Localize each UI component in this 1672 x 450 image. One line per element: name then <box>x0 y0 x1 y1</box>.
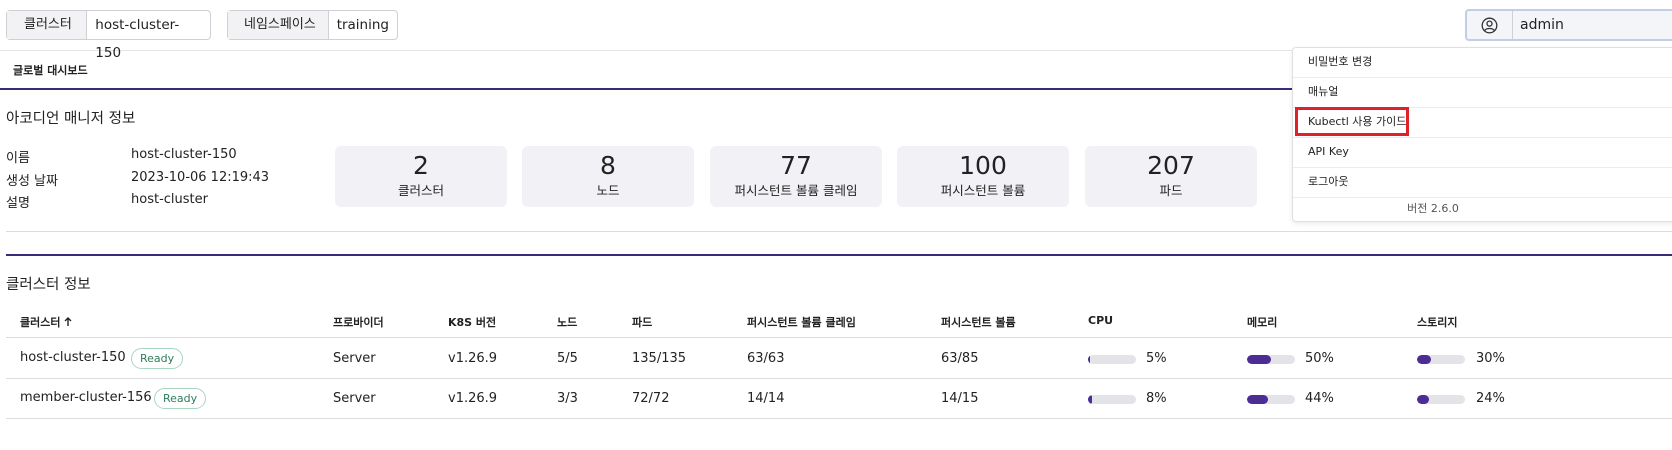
column-header-storage[interactable]: 스토리지 <box>1417 314 1457 330</box>
row-divider <box>6 418 1672 419</box>
top-bar: 클러스터 host-cluster-150 네임스페이스 training ad… <box>0 0 1672 61</box>
stat-card-pvs[interactable]: 100 퍼시스턴트 볼륨 <box>897 146 1069 207</box>
divider <box>6 231 1672 232</box>
storage-bar <box>1417 355 1465 364</box>
memory-percent: 50% <box>1305 351 1334 366</box>
column-header-cpu[interactable]: CPU <box>1088 314 1113 327</box>
tab-global-dashboard[interactable]: 글로벌 대시보드 <box>13 62 88 78</box>
pv-cell: 63/85 <box>941 351 979 366</box>
description-value: host-cluster <box>131 192 208 207</box>
arrow-up-icon[interactable] <box>64 316 72 330</box>
menu-item-manual[interactable]: 매뉴얼 <box>1293 78 1672 108</box>
column-header-pv[interactable]: 퍼시스턴트 볼륨 <box>941 314 1016 330</box>
storage-percent: 30% <box>1476 351 1505 366</box>
user-circle-icon[interactable] <box>1467 11 1513 39</box>
manager-info-title: 아코디언 매니저 정보 <box>6 111 136 127</box>
name-label: 이름 <box>6 151 30 166</box>
stat-label: 노드 <box>596 183 620 198</box>
cluster-selector[interactable]: 클러스터 host-cluster-150 <box>6 10 211 61</box>
memory-bar <box>1247 355 1295 364</box>
column-header-k8s-version[interactable]: K8S 버전 <box>448 314 496 330</box>
menu-item-logout[interactable]: 로그아웃 <box>1293 168 1672 198</box>
provider-cell: Server <box>333 391 376 406</box>
menu-item-change-password[interactable]: 비밀번호 변경 <box>1293 48 1672 78</box>
k8s-version-cell: v1.26.9 <box>448 391 498 406</box>
cluster-name[interactable]: host-cluster-150 <box>20 350 126 365</box>
memory-percent: 44% <box>1305 391 1334 406</box>
created-value: 2023-10-06 12:19:43 <box>131 170 270 185</box>
column-header-node[interactable]: 노드 <box>557 314 577 330</box>
namespace-selector-label: 네임스페이스 <box>228 11 329 39</box>
pod-cell: 135/135 <box>632 351 687 366</box>
column-header-memory[interactable]: 메모리 <box>1247 314 1277 330</box>
version-text: 버전 2.6.0 <box>1407 202 1459 215</box>
stat-value: 77 <box>780 151 812 180</box>
table-header-divider <box>6 337 1672 338</box>
stat-label: 퍼시스턴트 볼륨 클레임 <box>734 183 858 198</box>
column-header-provider[interactable]: 프로바이더 <box>333 314 384 330</box>
column-header-label: 클러스터 <box>20 316 61 329</box>
stat-label: 파드 <box>1159 183 1183 198</box>
pvc-cell: 63/63 <box>747 351 785 366</box>
name-value: host-cluster-150 <box>131 147 237 162</box>
cluster-selector-value[interactable]: host-cluster-150 <box>87 11 210 61</box>
highlight-box <box>1295 107 1409 136</box>
pv-cell: 14/15 <box>941 391 979 406</box>
stat-value: 207 <box>1147 151 1195 180</box>
storage-bar <box>1417 395 1465 404</box>
node-cell: 5/5 <box>557 351 578 366</box>
column-header-cluster[interactable]: 클러스터 <box>20 314 72 330</box>
created-label: 생성 날짜 <box>6 174 58 189</box>
cluster-name[interactable]: member-cluster-156 <box>20 390 152 405</box>
provider-cell: Server <box>333 351 376 366</box>
cluster-selector-label: 클러스터 <box>7 11 88 39</box>
status-badge: Ready <box>131 348 184 369</box>
namespace-selector[interactable]: 네임스페이스 training <box>227 10 398 40</box>
cluster-info-title: 클러스터 정보 <box>6 277 91 293</box>
user-menu-button[interactable]: admin <box>1465 9 1672 41</box>
row-divider <box>6 378 1672 379</box>
pvc-cell: 14/14 <box>747 391 785 406</box>
user-name[interactable]: admin <box>1513 11 1564 39</box>
pod-cell: 72/72 <box>632 391 670 406</box>
stat-label: 퍼시스턴트 볼륨 <box>940 183 1026 198</box>
column-header-pvc[interactable]: 퍼시스턴트 볼륨 클레임 <box>747 314 856 330</box>
stat-card-pods[interactable]: 207 파드 <box>1085 146 1257 207</box>
stat-card-pvcs[interactable]: 77 퍼시스턴트 볼륨 클레임 <box>710 146 882 207</box>
section-divider <box>6 254 1672 256</box>
stat-card-nodes[interactable]: 8 노드 <box>522 146 694 207</box>
status-badge: Ready <box>154 388 207 409</box>
cpu-percent: 8% <box>1146 391 1167 406</box>
stat-label: 클러스터 <box>397 183 444 198</box>
stat-value: 8 <box>600 151 616 180</box>
stat-value: 2 <box>413 151 429 180</box>
cpu-percent: 5% <box>1146 351 1167 366</box>
node-cell: 3/3 <box>557 391 578 406</box>
stat-value: 100 <box>959 151 1007 180</box>
menu-item-api-key[interactable]: API Key <box>1293 138 1672 168</box>
stat-card-clusters[interactable]: 2 클러스터 <box>335 146 507 207</box>
k8s-version-cell: v1.26.9 <box>448 351 498 366</box>
column-header-pod[interactable]: 파드 <box>632 314 652 330</box>
namespace-selector-value[interactable]: training <box>329 11 397 39</box>
cpu-bar <box>1088 395 1136 404</box>
cpu-bar <box>1088 355 1136 364</box>
description-label: 설명 <box>6 196 30 211</box>
memory-bar <box>1247 395 1295 404</box>
storage-percent: 24% <box>1476 391 1505 406</box>
